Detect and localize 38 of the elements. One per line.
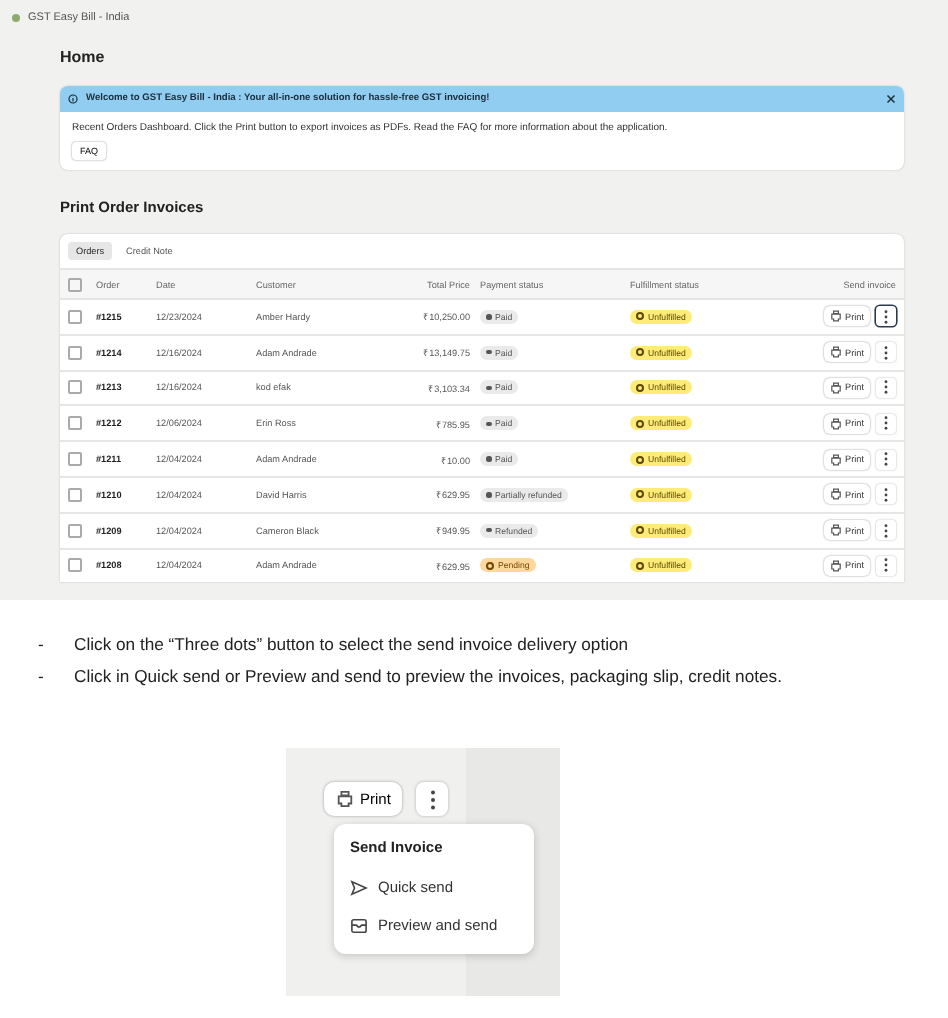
- more-button[interactable]: [876, 484, 896, 505]
- info-icon: [68, 94, 78, 104]
- row-checkbox[interactable]: [68, 487, 82, 502]
- select-all-checkbox[interactable]: [68, 277, 82, 291]
- printer-icon: [829, 453, 842, 466]
- page-title: Home: [60, 48, 107, 66]
- more-button[interactable]: [876, 449, 896, 470]
- bullet: -: [38, 664, 46, 690]
- row-checkbox[interactable]: [68, 558, 82, 573]
- row-checkbox[interactable]: [68, 309, 82, 324]
- app-logo-icon: [12, 14, 20, 22]
- mail-icon: [350, 917, 368, 933]
- printer-icon: [829, 417, 842, 430]
- more-button[interactable]: [876, 306, 896, 327]
- printer-icon: [829, 381, 842, 394]
- instruction-text: Click on the “Three dots” button to select the send invoice delivery option: [74, 632, 629, 658]
- more-button[interactable]: [876, 413, 896, 434]
- printer-icon: [829, 346, 842, 359]
- more-button[interactable]: [876, 520, 896, 541]
- row-checkbox[interactable]: [68, 345, 82, 360]
- more-icon: [429, 789, 436, 809]
- close-icon[interactable]: [886, 94, 896, 104]
- printer-icon: [829, 310, 842, 323]
- more-button[interactable]: [876, 377, 896, 398]
- row-checkbox[interactable]: [68, 380, 82, 395]
- send-icon: [350, 879, 368, 895]
- bullet: -: [38, 632, 46, 658]
- more-button[interactable]: [876, 555, 896, 576]
- row-checkbox[interactable]: [68, 523, 82, 538]
- instruction-text: Click in Quick send or Preview and send to preview the invoices, packaging slip, credit notes.: [74, 664, 782, 690]
- printer-icon: [336, 790, 354, 808]
- row-checkbox[interactable]: [68, 452, 82, 467]
- printer-icon: [829, 488, 842, 501]
- more-button[interactable]: [876, 342, 896, 363]
- printer-icon: [829, 524, 842, 537]
- row-checkbox[interactable]: [68, 416, 82, 431]
- more-button[interactable]: [416, 782, 449, 816]
- printer-icon: [829, 559, 842, 572]
